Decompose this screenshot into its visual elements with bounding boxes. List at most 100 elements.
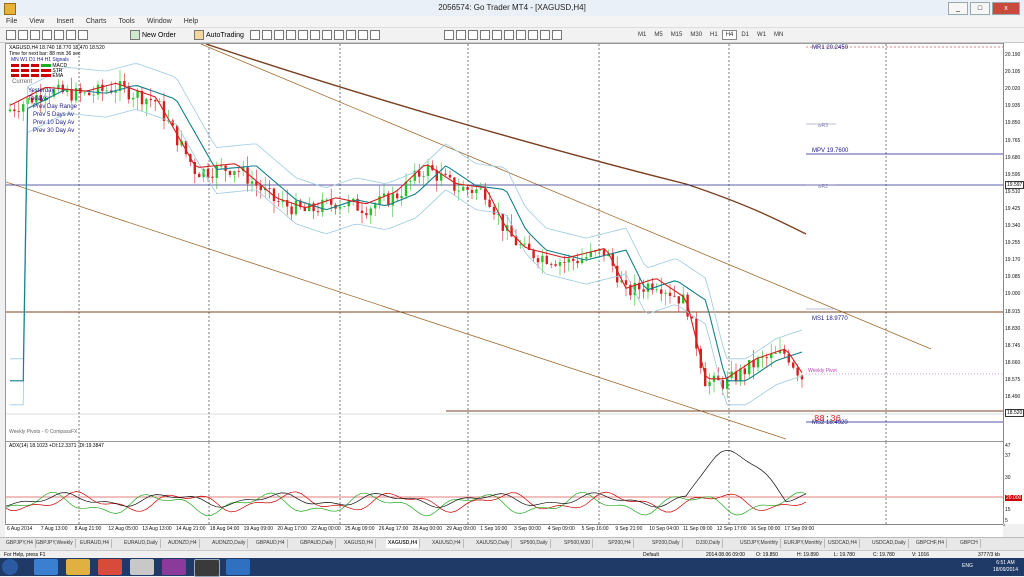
equidistant-channel-icon[interactable] (504, 30, 514, 40)
autotrading-button[interactable]: AutoTrading (194, 30, 244, 40)
horizontal-line-icon[interactable] (480, 30, 490, 40)
language-indicator[interactable]: ENG (962, 563, 973, 569)
chart-shift-icon[interactable] (322, 30, 332, 40)
candlestick-icon[interactable] (262, 30, 272, 40)
chart-tab[interactable]: GBPAUD,H4 (254, 539, 288, 548)
new-chart-icon[interactable] (6, 30, 16, 40)
profiles-icon[interactable] (18, 30, 28, 40)
adx-indicator-panel[interactable] (5, 441, 1005, 526)
pivot-value: 18.9770 (826, 316, 848, 322)
start-button[interactable] (2, 559, 18, 575)
chart-tab[interactable]: EURAUD,Daily (122, 539, 161, 548)
trendline-icon[interactable] (492, 30, 502, 40)
candle-body (550, 263, 553, 265)
candle-body (585, 257, 588, 259)
periods-icon[interactable] (358, 30, 368, 40)
adx-level: 5 (1005, 518, 1008, 524)
price-chart-panel[interactable] (5, 43, 1005, 442)
adx-chart-canvas[interactable] (6, 442, 1004, 525)
new-order-button[interactable]: New Order (130, 30, 176, 40)
cursor-icon[interactable] (444, 30, 454, 40)
chart-tab[interactable]: XAGUSD,H4 (342, 539, 376, 548)
vertical-line-icon[interactable] (468, 30, 478, 40)
menu-insert[interactable]: Insert (50, 18, 80, 25)
market-watch-icon[interactable] (30, 30, 40, 40)
chart-tab[interactable]: DJ30,Daily (694, 539, 724, 548)
ie-icon[interactable] (34, 559, 58, 575)
auto-scroll-icon[interactable] (334, 30, 344, 40)
crosshair-icon[interactable] (456, 30, 466, 40)
tf-m1[interactable]: M1 (634, 30, 650, 40)
indicators-icon[interactable] (346, 30, 356, 40)
text-icon[interactable] (528, 30, 538, 40)
zoom-in-icon[interactable] (286, 30, 296, 40)
candle-body (444, 173, 447, 175)
app-icon[interactable] (226, 559, 250, 575)
menu-bar: File View Insert Charts Tools Window Hel… (0, 16, 1024, 28)
price-axis-label: 19.000 (1005, 291, 1021, 298)
chrome-icon[interactable] (98, 559, 122, 575)
text-label-icon[interactable] (540, 30, 550, 40)
price-chart-canvas[interactable] (6, 44, 1004, 441)
minimize-button[interactable]: _ (948, 2, 968, 15)
templates-icon[interactable] (370, 30, 380, 40)
file-explorer-icon[interactable] (66, 559, 90, 575)
autotrading-icon (194, 30, 204, 40)
chart-tab[interactable]: EURAUD,H4 (78, 539, 112, 548)
calculator-icon[interactable] (130, 559, 154, 575)
tester-icon[interactable] (78, 30, 88, 40)
menu-window[interactable]: Window (141, 18, 178, 25)
legend-item: Yesterday (28, 88, 55, 94)
menu-view[interactable]: View (23, 18, 50, 25)
chart-tab[interactable]: SP500,M30 (562, 539, 594, 548)
tf-d1[interactable]: D1 (737, 30, 753, 40)
chart-tab[interactable]: AUDNZD,Daily (210, 539, 249, 548)
mt4-icon[interactable] (194, 559, 220, 577)
chart-tab[interactable]: GBPCH (958, 539, 981, 548)
menu-tools[interactable]: Tools (112, 18, 140, 25)
chart-tab[interactable]: SP200,Daily (650, 539, 683, 548)
tf-m5[interactable]: M5 (650, 30, 666, 40)
candle-body (396, 193, 399, 199)
chart-tab[interactable]: GBPJPY,H4 (4, 539, 36, 548)
menu-help[interactable]: Help (178, 18, 204, 25)
close-button[interactable]: x (992, 2, 1020, 15)
chart-tab[interactable]: XAUUSD,H4 (430, 539, 464, 548)
menu-charts[interactable]: Charts (80, 18, 113, 25)
time-axis-label: 20 Aug 17:00 (277, 526, 307, 532)
chart-tab[interactable]: GBPAUD,Daily (298, 539, 337, 548)
chart-tab[interactable]: USDCAD,H4 (826, 539, 860, 548)
tf-h1[interactable]: H1 (706, 30, 722, 40)
terminal-icon[interactable] (66, 30, 76, 40)
data-window-icon[interactable] (42, 30, 52, 40)
chart-tab[interactable]: USDCAD,Daily (870, 539, 909, 548)
time-axis-label: 29 Aug 09:00 (446, 526, 476, 532)
maximize-button[interactable]: □ (970, 2, 990, 15)
chart-tab[interactable]: GBPCHF,H4 (914, 539, 948, 548)
bar-chart-icon[interactable] (250, 30, 260, 40)
candle-body (426, 165, 430, 176)
price-axis[interactable] (1003, 43, 1024, 524)
chart-tab[interactable]: XAGUSD,H4 (386, 539, 421, 548)
chart-tab[interactable]: EURJPY,Monthly (782, 539, 825, 548)
menu-file[interactable]: File (0, 18, 23, 25)
tf-m15[interactable]: M15 (667, 30, 687, 40)
tf-w1[interactable]: W1 (753, 30, 770, 40)
chart-tab[interactable]: GBPJPY,Weekly (34, 539, 76, 548)
zoom-out-icon[interactable] (298, 30, 308, 40)
chart-tab[interactable]: USDJPY,Monthly (738, 539, 781, 548)
chart-tab[interactable]: SP500,Daily (518, 539, 551, 548)
tf-h4[interactable]: H4 (721, 30, 738, 40)
line-chart-icon[interactable] (274, 30, 284, 40)
tile-windows-icon[interactable] (310, 30, 320, 40)
chart-tab[interactable]: AUDNZD,H4 (166, 539, 200, 548)
fibonacci-icon[interactable] (516, 30, 526, 40)
chart-tab[interactable]: XAUUSD,Daily (474, 539, 513, 548)
navigator-icon[interactable] (54, 30, 64, 40)
app-icon[interactable] (162, 559, 186, 575)
chart-tab[interactable]: SP200,H4 (606, 539, 634, 548)
tf-mn[interactable]: MN (770, 30, 787, 40)
clock[interactable]: 6:51 AM 18/09/2014 (993, 560, 1018, 574)
arrows-icon[interactable] (552, 30, 562, 40)
tf-m30[interactable]: M30 (686, 30, 706, 40)
